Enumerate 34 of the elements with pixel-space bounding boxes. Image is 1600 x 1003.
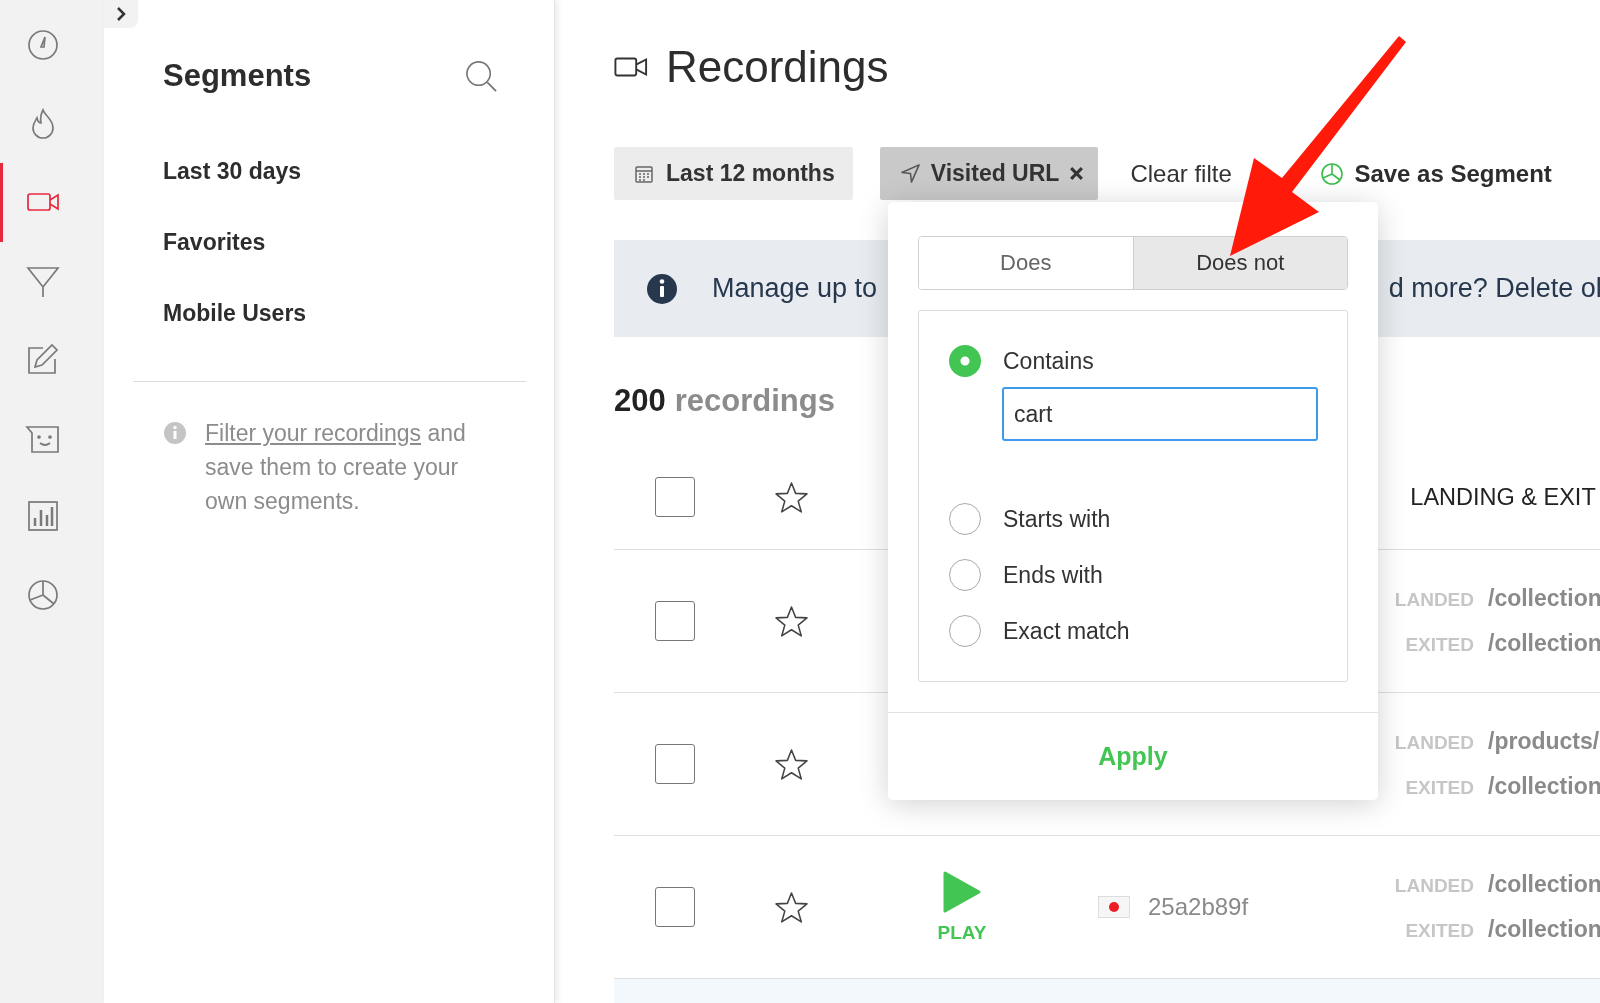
page-path: /products/	[1488, 728, 1600, 755]
page-title: Recordings	[666, 42, 889, 92]
page-path: /collection	[1488, 916, 1600, 943]
filter-chip[interactable]: Last 12 months	[614, 147, 853, 200]
option-label: Ends with	[1003, 561, 1103, 589]
clear-filters-link[interactable]: Clear filte	[1130, 159, 1321, 188]
option-label: Starts with	[1003, 505, 1111, 533]
filter-chip[interactable]: Visited URL	[879, 147, 1099, 200]
page-path: /collection	[1488, 773, 1600, 800]
page-label: EXITED	[1404, 920, 1474, 942]
option-label: Contains	[1003, 347, 1094, 375]
page-label: EXITED	[1404, 634, 1474, 656]
page-label: EXITED	[1404, 777, 1474, 799]
page-label: LANDED	[1393, 875, 1474, 897]
banner-text: d more? Delete ol	[1388, 273, 1600, 304]
save-segment-button[interactable]: Save as Segment	[1320, 159, 1552, 188]
page-label: LANDED	[1393, 589, 1474, 611]
page-label: LANDED	[1393, 732, 1474, 754]
count-label: recordings	[674, 383, 835, 419]
segment-item[interactable]: Last 30 days	[163, 156, 554, 227]
banner-text: Manage up to	[712, 273, 878, 304]
page-path: /collection	[1488, 871, 1600, 898]
option-label: Exact match	[1003, 617, 1130, 645]
segment-item[interactable]: Mobile Users	[163, 298, 554, 369]
recording-count: 200	[614, 383, 666, 419]
page-path: /collection	[1488, 630, 1600, 657]
hint-text: Filter your recordings and save them to create your own segments.	[205, 419, 467, 516]
column-header: LANDING & EXIT	[1410, 483, 1596, 511]
input-field[interactable]: cart	[1002, 387, 1318, 441]
panel-title: Segments	[163, 58, 312, 94]
mode-toggle[interactable]: Does not	[1132, 237, 1347, 289]
page-path: /collection	[1488, 585, 1600, 612]
segment-item[interactable]: Favorites	[163, 227, 554, 298]
visitor-id: 25a2b89f	[1148, 893, 1249, 921]
